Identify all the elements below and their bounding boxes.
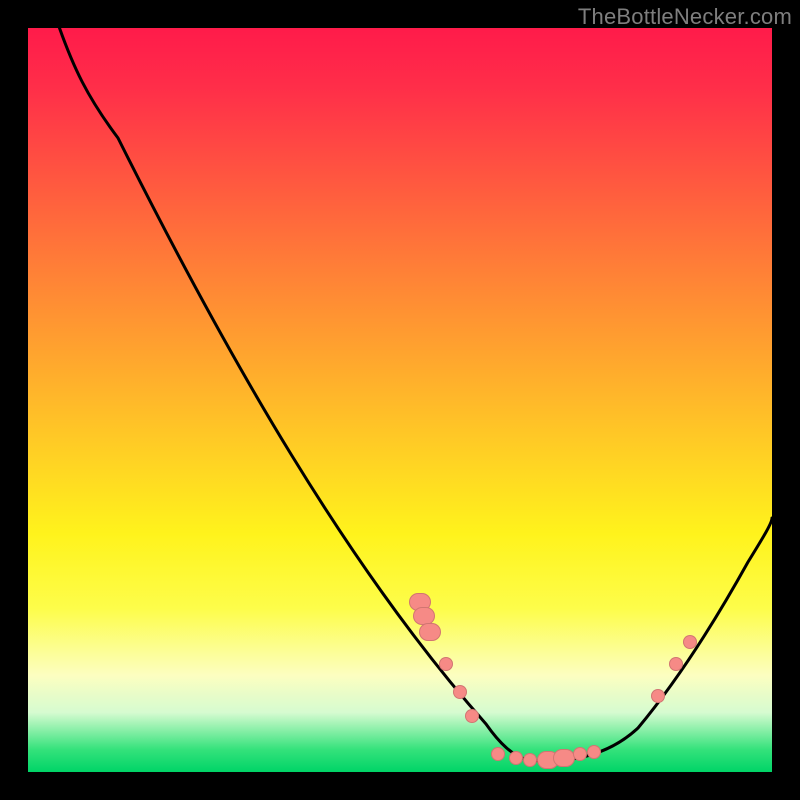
watermark-text: TheBottleNecker.com bbox=[578, 4, 792, 30]
marker-dot bbox=[439, 657, 453, 671]
marker-dot bbox=[465, 709, 479, 723]
marker-dot bbox=[573, 747, 587, 761]
marker-dot bbox=[587, 745, 601, 759]
marker-dot bbox=[553, 749, 575, 767]
chart-stage: TheBottleNecker.com bbox=[0, 0, 800, 800]
marker-dot bbox=[683, 635, 697, 649]
marker-dot bbox=[491, 747, 505, 761]
bottleneck-curve bbox=[28, 28, 772, 772]
marker-dot bbox=[523, 753, 537, 767]
marker-dot bbox=[509, 751, 523, 765]
marker-dot bbox=[419, 623, 441, 641]
plot-area bbox=[28, 28, 772, 772]
marker-dot bbox=[669, 657, 683, 671]
curve-path bbox=[56, 28, 772, 761]
marker-dot bbox=[651, 689, 665, 703]
marker-dot bbox=[453, 685, 467, 699]
